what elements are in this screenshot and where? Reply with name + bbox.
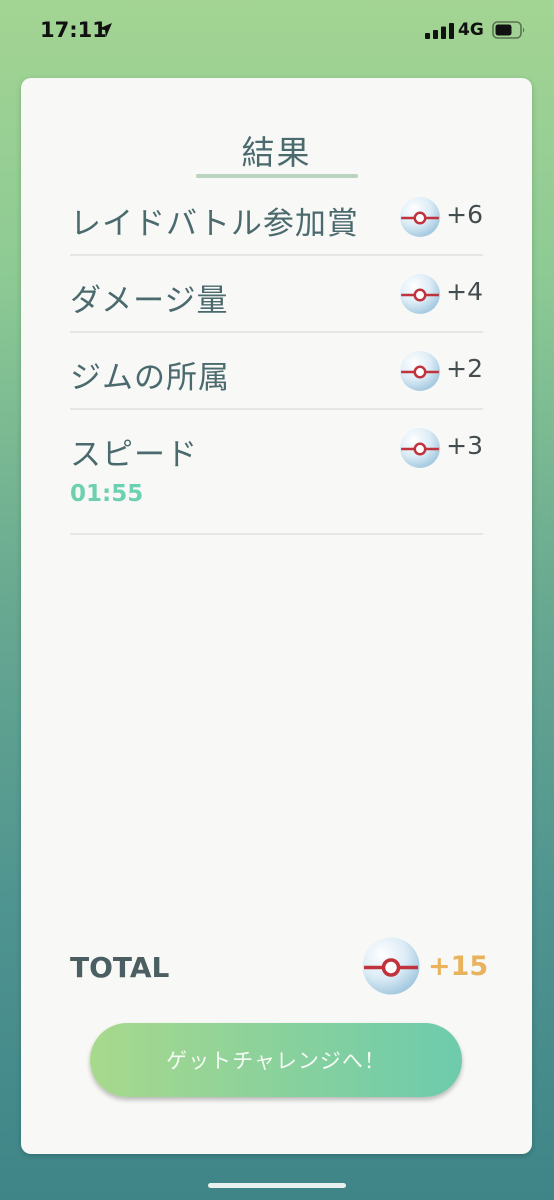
result-value: +3 bbox=[446, 431, 483, 460]
results-title: 結果 bbox=[241, 133, 312, 172]
cellular-signal-icon bbox=[425, 23, 454, 39]
get-challenge-label: ゲットチャレンジへ！ bbox=[166, 1049, 386, 1073]
premier-ball-icon bbox=[362, 937, 420, 995]
row-divider bbox=[70, 254, 483, 256]
result-value: +6 bbox=[446, 200, 483, 229]
title-underline bbox=[196, 174, 358, 178]
result-value: +4 bbox=[446, 277, 483, 306]
result-value: +2 bbox=[446, 354, 483, 383]
premier-ball-icon bbox=[400, 197, 440, 237]
results-card: 結果 レイドバトル参加賞 +6 ダメージ量 +4 ジムの所属 +2 スピード +… bbox=[21, 78, 532, 1154]
get-challenge-button[interactable]: ゲットチャレンジへ！ bbox=[90, 1023, 462, 1097]
result-label: スピード bbox=[70, 437, 198, 473]
premier-ball-icon bbox=[400, 428, 440, 468]
home-indicator[interactable] bbox=[208, 1183, 346, 1188]
total-label: TOTAL bbox=[70, 951, 170, 984]
battery-icon bbox=[492, 21, 525, 39]
row-divider bbox=[70, 408, 483, 410]
result-label: ダメージ量 bbox=[70, 283, 229, 319]
result-label: レイドバトル参加賞 bbox=[70, 206, 359, 242]
speed-time: 01:55 bbox=[70, 481, 144, 507]
row-divider bbox=[70, 533, 483, 535]
result-label: ジムの所属 bbox=[70, 360, 230, 396]
status-bar: 17:11 4G bbox=[0, 0, 554, 62]
premier-ball-icon bbox=[400, 351, 440, 391]
network-type: 4G bbox=[458, 20, 484, 40]
premier-ball-icon bbox=[400, 274, 440, 314]
row-divider bbox=[70, 331, 483, 333]
total-value: +15 bbox=[428, 951, 489, 982]
location-arrow-icon bbox=[98, 23, 112, 37]
